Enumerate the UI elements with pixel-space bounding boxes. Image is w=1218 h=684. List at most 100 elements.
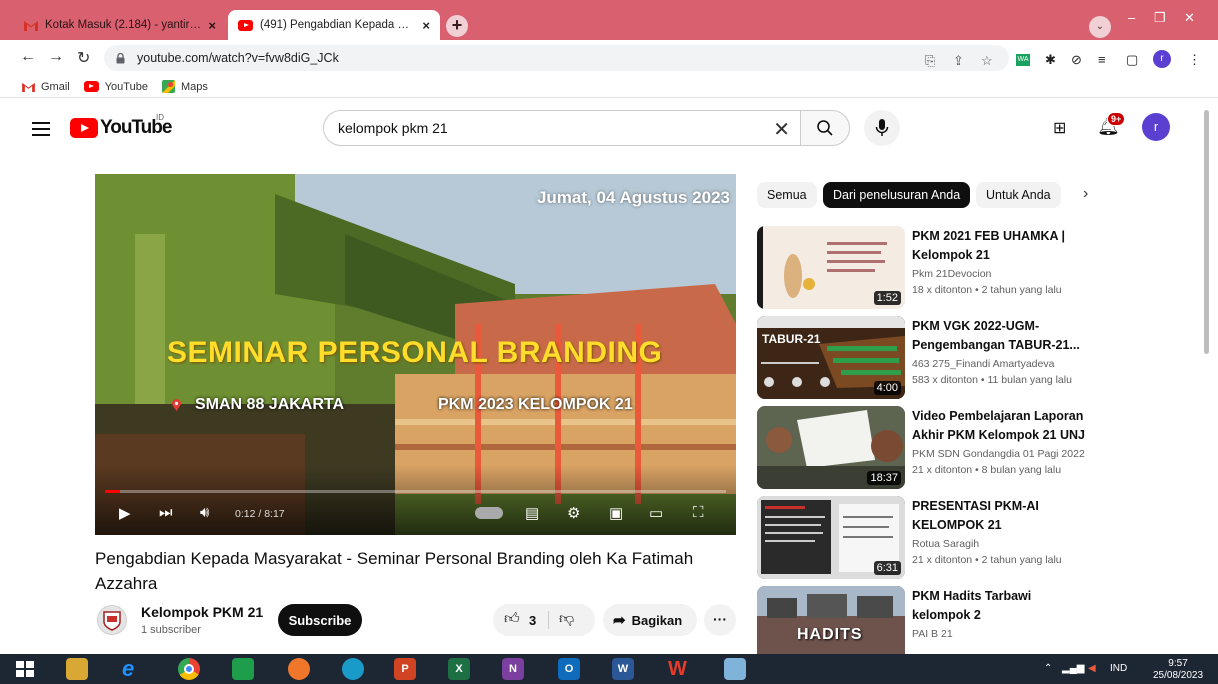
page-scrollbar[interactable] [1204,110,1209,354]
firefox-icon[interactable] [288,658,310,680]
language-indicator[interactable]: IND [1110,663,1127,674]
profile-avatar[interactable]: r [1153,50,1171,68]
reading-list-icon[interactable]: ≡ [1098,52,1106,67]
video-thumbnail[interactable]: TABUR-21 4:00 [757,316,905,399]
related-video[interactable]: 18:37 Video Pembelajaran Laporan Akhir P… [757,406,1197,490]
store-icon[interactable] [232,658,254,680]
video-thumbnail[interactable]: 1:52 [757,226,905,309]
subscribe-button[interactable]: Subscribe [278,604,362,636]
chip-from-search[interactable]: Dari penelusuran Anda [823,182,971,208]
subtitles-icon[interactable]: ▤ [525,504,539,522]
share-button[interactable]: ➦ Bagikan [603,604,697,636]
tab-search-button[interactable]: ⌄ [1089,16,1111,38]
close-icon[interactable]: × [208,18,216,33]
related-title: PKM 2021 FEB UHAMKA | Kelompok 21 [912,229,1066,262]
word-icon[interactable]: W [612,658,634,680]
minimize-icon[interactable]: – [1128,10,1135,25]
install-icon[interactable]: ⎘ [925,53,935,69]
chrome-icon[interactable] [178,658,200,680]
theater-mode-icon[interactable]: ▭ [649,504,663,522]
tab-youtube[interactable]: (491) Pengabdian Kepada Masyar × [228,10,440,40]
close-window-icon[interactable]: ✕ [1184,10,1195,26]
tab-gmail[interactable]: Kotak Masuk (2.184) - yantirisda7 × [14,10,226,40]
edge-icon[interactable] [342,658,364,680]
share-page-icon[interactable]: ⇪ [953,53,964,69]
related-video[interactable]: 1:52 PKM 2021 FEB UHAMKA | Kelompok 21 P… [757,226,1197,310]
chip-for-you[interactable]: Untuk Anda [976,182,1061,208]
new-tab-button[interactable]: + [446,15,468,37]
menu-icon[interactable] [32,122,50,136]
fullscreen-icon[interactable]: ⛶ [693,504,704,521]
video-thumbnail[interactable]: 18:37 [757,406,905,489]
voice-search-button[interactable] [864,110,900,146]
clear-search-icon[interactable]: ✕ [773,117,790,142]
microphone-icon [875,119,889,136]
related-title: PKM VGK 2022-UGM-Pengembangan TABUR-21..… [912,319,1080,352]
video-duration: 6:31 [873,561,901,575]
volume-icon[interactable]: 🔊︎ [200,504,209,521]
chevron-right-icon[interactable]: › [1083,185,1088,203]
lock-icon [116,52,125,63]
channel-name[interactable]: Kelompok PKM 21 [141,604,263,620]
related-channel[interactable]: PAI B 21 [912,628,953,640]
settings-gear-icon[interactable]: ⚙ [567,504,580,522]
wps-office-icon[interactable]: W [668,658,690,680]
miniplayer-icon[interactable]: ▣ [609,504,623,522]
account-avatar[interactable]: r [1142,113,1170,141]
sync-icon[interactable]: ⊘ [1071,52,1082,68]
chip-all[interactable]: Semua [757,182,817,208]
internet-explorer-icon[interactable]: e [122,658,144,680]
like-icon[interactable]: 👍︎ [504,610,520,628]
whatsapp-ext-icon[interactable]: WA [1016,54,1030,66]
related-video[interactable]: 6:31 PRESENTASI PKM-AI KELOMPOK 21 Rotua… [757,496,1197,580]
share-icon: ➦ [613,612,626,629]
menu-dots-icon[interactable]: ⋮ [1188,52,1201,68]
channel-avatar[interactable] [97,605,127,635]
restore-icon[interactable]: ❐ [1154,10,1166,26]
related-meta: 18 x ditonton • 2 tahun yang lalu [912,284,1062,296]
search-button[interactable] [800,110,850,146]
autoplay-toggle[interactable] [475,507,503,519]
related-channel[interactable]: Rotua Saragih [912,538,979,550]
more-actions-button[interactable]: ··· [704,604,736,636]
related-channel[interactable]: Pkm 21Devocion [912,268,991,280]
progress-bar[interactable] [105,490,726,493]
dislike-icon[interactable]: 👎︎ [559,610,574,628]
close-icon[interactable]: × [422,18,430,33]
related-video[interactable]: TABUR-21 4:00 PKM VGK 2022-UGM-Pengemban… [757,316,1197,400]
file-explorer-icon[interactable] [66,658,88,680]
image-viewer-icon[interactable] [724,658,746,680]
extension-icon[interactable]: ✱ [1045,52,1056,68]
bookmark-gmail[interactable]: Gmail [22,81,70,93]
side-panel-icon[interactable]: ▢ [1126,52,1138,68]
outlook-icon[interactable]: O [558,658,580,680]
forward-icon[interactable]: → [48,48,64,66]
network-icon[interactable]: ▂▄▆ [1062,663,1084,674]
related-channel[interactable]: PKM SDN Gondangdia 01 Pagi 2022 [912,448,1085,460]
related-title: Video Pembelajaran Laporan Akhir PKM Kel… [912,409,1085,442]
next-icon[interactable]: ⏭︎ [159,504,173,521]
onenote-icon[interactable]: N [502,658,524,680]
bookmark-maps[interactable]: Maps [161,80,208,93]
bookmark-star-icon[interactable]: ☆ [981,53,993,69]
bookmark-youtube[interactable]: YouTube [83,81,148,93]
powerpoint-icon[interactable]: P [394,658,416,680]
reload-icon[interactable]: ↻ [77,48,90,68]
back-icon[interactable]: ← [20,48,36,66]
system-clock[interactable]: 9:57 25/08/2023 [1153,658,1203,682]
excel-icon[interactable]: X [448,658,470,680]
play-icon[interactable]: ▶ [119,504,131,522]
related-channel[interactable]: 463 275_Finandi Amartyadeva [912,358,1054,370]
windows-start-icon[interactable] [16,661,34,677]
address-bar[interactable]: youtube.com/watch?v=fvw8diG_JCk [104,45,1009,71]
video-player[interactable]: Jumat, 04 Agustus 2023 SEMINAR PERSONAL … [95,174,736,535]
youtube-logo[interactable]: YouTube ID [70,113,172,139]
related-video[interactable]: HADITS PKM Hadits Tarbawi kelompok 2 PAI… [757,586,1197,654]
like-count: 3 [529,613,537,628]
volume-muted-icon[interactable]: ◀ [1088,663,1096,674]
tray-chevron-icon[interactable]: ⌃ [1044,663,1052,674]
video-thumbnail[interactable]: 6:31 [757,496,905,579]
create-video-icon[interactable]: ⊞ [1053,118,1066,138]
video-thumbnail[interactable]: HADITS [757,586,905,654]
search-input[interactable]: kelompok pkm 21 ✕ [323,110,801,146]
